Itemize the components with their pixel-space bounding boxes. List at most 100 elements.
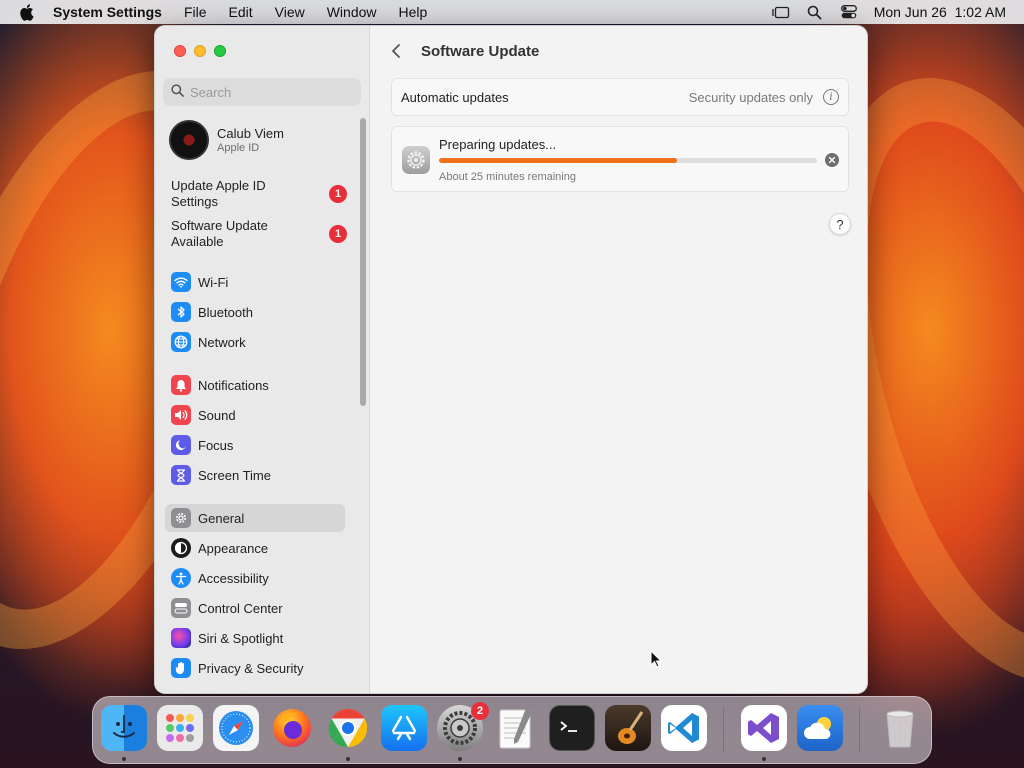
menu-window[interactable]: Window: [327, 4, 377, 20]
spotlight-search-icon[interactable]: [806, 5, 824, 19]
menu-file[interactable]: File: [184, 4, 207, 20]
sidebar-item-label: Bluetooth: [198, 304, 253, 320]
sidebar-item-siri-spotlight[interactable]: Siri & Spotlight: [165, 624, 345, 652]
progress-title: Preparing updates...: [439, 137, 557, 152]
menu-bar: System Settings File Edit View Window He…: [0, 0, 1024, 24]
bell-icon: [171, 375, 191, 395]
avatar: [169, 120, 209, 160]
vscode-icon[interactable]: [661, 705, 707, 751]
apple-menu-icon[interactable]: [18, 3, 36, 21]
progress-bar-fill: [439, 158, 678, 163]
progress-time-remaining: About 25 minutes remaining: [439, 171, 576, 183]
sidebar-item-screen-time[interactable]: Screen Time: [165, 461, 345, 489]
zoom-window-button[interactable]: [214, 45, 226, 57]
finder-icon[interactable]: [101, 705, 147, 751]
sidebar-item-general[interactable]: General: [165, 504, 345, 532]
info-icon[interactable]: i: [823, 89, 839, 105]
sidebar-item-label: Control Center: [198, 600, 283, 616]
notice-label: Software Update Available: [171, 218, 268, 249]
account-name: Calub Viem: [217, 126, 284, 141]
firefox-icon[interactable]: [269, 705, 315, 751]
garageband-icon[interactable]: [605, 705, 651, 751]
control-center-icon[interactable]: [840, 5, 858, 19]
sidebar-item-label: Sound: [198, 407, 236, 423]
notification-badge: 1: [329, 185, 347, 203]
dock-separator: [859, 707, 860, 753]
back-button[interactable]: [391, 42, 407, 60]
cancel-update-button[interactable]: [825, 153, 839, 167]
search-field[interactable]: [163, 78, 361, 106]
sidebar-item-label: Notifications: [198, 377, 269, 393]
system-settings-window: Calub Viem Apple ID Update Apple ID Sett…: [154, 25, 868, 694]
wifi-icon: [171, 272, 191, 292]
trash-icon[interactable]: [877, 705, 923, 751]
launchpad-icon[interactable]: [157, 705, 203, 751]
gear-icon: [171, 508, 191, 528]
automatic-updates-label: Automatic updates: [401, 89, 509, 105]
accessibility-icon: [171, 568, 191, 588]
sidebar-item-label: General: [198, 510, 245, 526]
menu-clock[interactable]: Mon Jun 26 1:02 AM: [874, 4, 1006, 20]
terminal-icon[interactable]: [549, 705, 595, 751]
visual-studio-icon[interactable]: [741, 705, 787, 751]
notice-update-apple-id[interactable]: Update Apple ID Settings 1: [171, 178, 361, 210]
sidebar-scrollbar[interactable]: [360, 118, 366, 406]
system-settings-icon[interactable]: 2: [437, 702, 489, 751]
window-controls: [174, 45, 226, 57]
speaker-icon: [171, 405, 191, 425]
menu-help[interactable]: Help: [399, 4, 428, 20]
app-store-icon[interactable]: [381, 705, 427, 751]
running-indicator: [458, 757, 462, 761]
sidebar: Calub Viem Apple ID Update Apple ID Sett…: [155, 26, 370, 693]
safari-icon[interactable]: [213, 705, 259, 751]
automatic-updates-row: Automatic updates Security updates only …: [391, 78, 849, 116]
siri-icon: [171, 628, 191, 648]
sidebar-item-wifi[interactable]: Wi-Fi: [165, 268, 345, 296]
sidebar-item-control-center[interactable]: Control Center: [165, 594, 345, 622]
dock-badge: 2: [471, 702, 489, 720]
update-progress-card: Preparing updates... About 25 minutes re…: [391, 126, 849, 192]
sidebar-item-privacy-security[interactable]: Privacy & Security: [165, 654, 345, 682]
menu-app-name[interactable]: System Settings: [53, 4, 162, 20]
sidebar-item-notifications[interactable]: Notifications: [165, 371, 345, 399]
textedit-icon[interactable]: [493, 705, 539, 751]
minimize-window-button[interactable]: [194, 45, 206, 57]
sidebar-item-appearance[interactable]: Appearance: [165, 534, 345, 562]
chrome-icon[interactable]: [325, 705, 371, 751]
progress-bar: [439, 158, 817, 163]
search-input[interactable]: [190, 84, 350, 100]
sidebar-item-accessibility[interactable]: Accessibility: [165, 564, 345, 592]
notice-label: Update Apple ID Settings: [171, 178, 266, 209]
notification-badge: 1: [329, 225, 347, 243]
menu-view[interactable]: View: [275, 4, 305, 20]
sidebar-item-label: Focus: [198, 437, 234, 453]
account-subtitle: Apple ID: [217, 142, 260, 154]
help-button[interactable]: ?: [829, 213, 851, 235]
mouse-pointer: [650, 649, 663, 668]
sidebar-item-label: Wi-Fi: [198, 274, 229, 290]
dock: 2: [92, 696, 932, 764]
sidebar-item-focus[interactable]: Focus: [165, 431, 345, 459]
sidebar-item-label: Screen Time: [198, 467, 271, 483]
content-pane: Software Update Automatic updates Securi…: [371, 26, 867, 693]
stage-manager-icon[interactable]: [772, 5, 790, 19]
sidebar-item-sound[interactable]: Sound: [165, 401, 345, 429]
notice-software-update[interactable]: Software Update Available 1: [171, 218, 361, 250]
sidebar-item-network[interactable]: Network: [165, 328, 345, 356]
moon-icon: [171, 435, 191, 455]
page-title: Software Update: [421, 42, 540, 60]
sidebar-item-label: Appearance: [198, 540, 269, 556]
weather-icon[interactable]: [797, 705, 843, 751]
automatic-updates-value: Security updates only: [688, 89, 813, 105]
running-indicator: [122, 757, 126, 761]
sidebar-item-label: Network: [198, 334, 246, 350]
running-indicator: [346, 757, 350, 761]
globe-icon: [171, 332, 191, 352]
dock-separator: [723, 707, 724, 753]
hand-icon: [171, 658, 191, 678]
apple-id-account[interactable]: Calub Viem Apple ID: [169, 120, 284, 160]
close-window-button[interactable]: [174, 45, 186, 57]
sidebar-item-bluetooth[interactable]: Bluetooth: [165, 298, 345, 326]
menu-edit[interactable]: Edit: [229, 4, 253, 20]
sidebar-item-label: Siri & Spotlight: [198, 630, 284, 646]
